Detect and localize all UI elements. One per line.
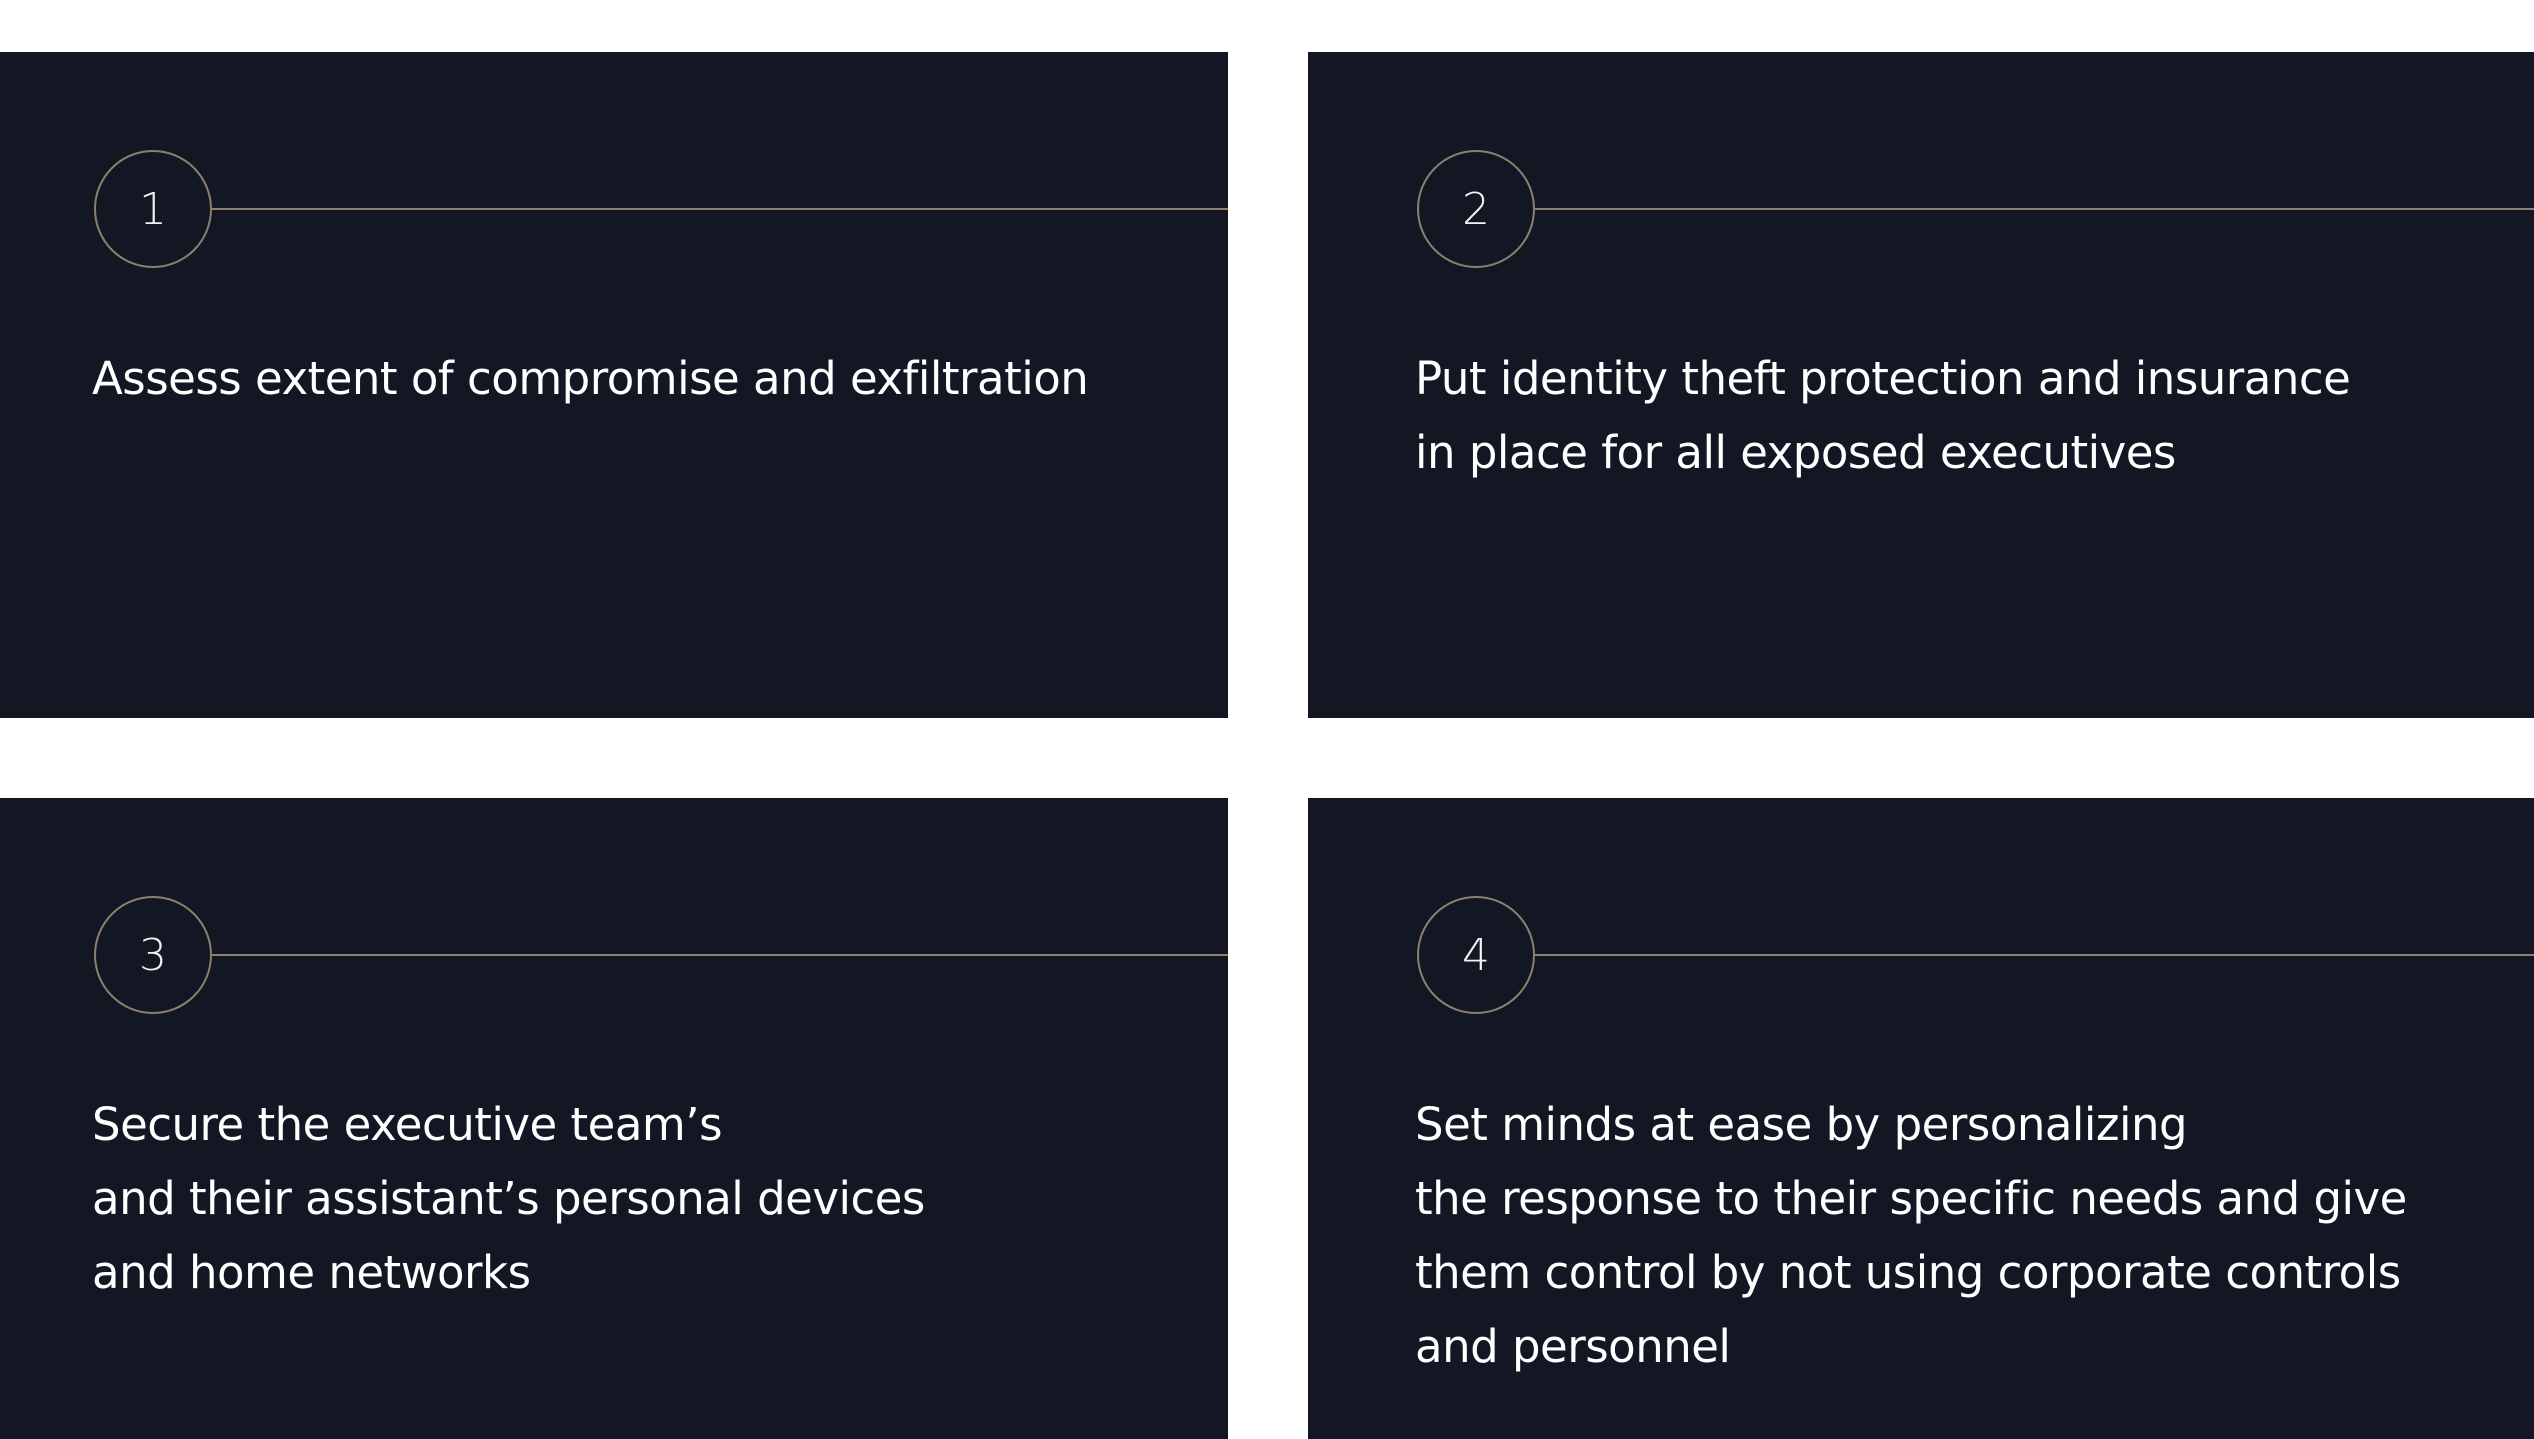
step-card-4: 4 Set minds at ease by personalizing the…: [1308, 798, 2534, 1439]
step-divider-line: [212, 954, 1228, 956]
step-description-line: and home networks: [92, 1246, 531, 1299]
step-description: Set minds at ease by personalizing the r…: [1415, 1088, 2475, 1384]
step-description-line: Assess extent of compromise and exfiltra…: [92, 352, 1089, 405]
step-card-2: 2 Put identity theft protection and insu…: [1308, 52, 2534, 718]
step-number-badge: 3: [94, 896, 212, 1014]
step-divider-line: [212, 208, 1228, 210]
step-description-line: and personnel: [1415, 1320, 1731, 1373]
step-divider-line: [1535, 954, 2534, 956]
step-description-line: and their assistant’s personal devices: [92, 1172, 925, 1225]
step-number-badge: 1: [94, 150, 212, 268]
step-description: Put identity theft protection and insura…: [1415, 342, 2475, 490]
step-number-badge: 4: [1417, 896, 1535, 1014]
step-number-badge: 2: [1417, 150, 1535, 268]
step-description-line: in place for all exposed executives: [1415, 426, 2176, 479]
step-description-line: Put identity theft protection and insura…: [1415, 352, 2351, 405]
step-description-line: the response to their specific needs and…: [1415, 1172, 2407, 1225]
step-card-3: 3 Secure the executive team’s and their …: [0, 798, 1228, 1439]
step-description-line: Secure the executive team’s: [92, 1098, 723, 1151]
step-card-1: 1 Assess extent of compromise and exfilt…: [0, 52, 1228, 718]
step-description: Assess extent of compromise and exfiltra…: [92, 342, 1152, 416]
step-description-line: them control by not using corporate cont…: [1415, 1246, 2401, 1299]
step-description: Secure the executive team’s and their as…: [92, 1088, 1152, 1310]
step-description-line: Set minds at ease by personalizing: [1415, 1098, 2188, 1151]
step-divider-line: [1535, 208, 2534, 210]
